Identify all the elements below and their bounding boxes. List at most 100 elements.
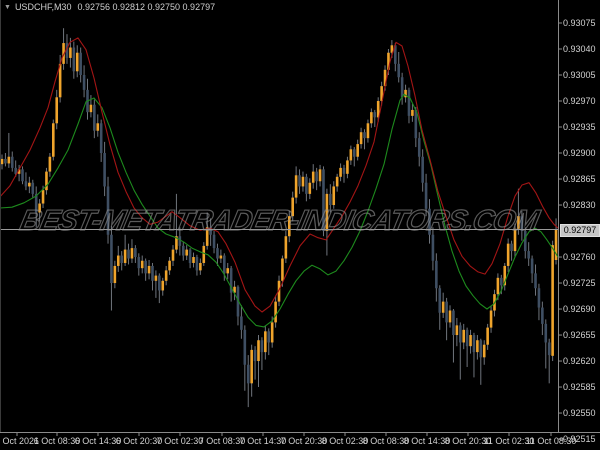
candle-bull bbox=[161, 280, 165, 291]
candle-bear bbox=[216, 248, 219, 259]
candle-bear bbox=[240, 316, 243, 330]
candle-bear bbox=[534, 273, 537, 289]
candle-bull bbox=[318, 169, 322, 182]
price-tick-label: 0.93040 bbox=[563, 44, 596, 54]
candle-bull bbox=[154, 275, 158, 281]
price-tick-label: 0.92760 bbox=[563, 252, 596, 263]
candle-bull bbox=[226, 268, 230, 274]
candle-bull bbox=[38, 203, 41, 213]
candle-bull bbox=[308, 182, 312, 194]
candle-bear bbox=[246, 364, 250, 384]
chart-title-symbol: USDCHF,M30 bbox=[14, 2, 72, 12]
dropdown-arrow-icon[interactable]: ▼ bbox=[4, 4, 11, 11]
time-tick-label: 7 Oct 14:30 bbox=[239, 436, 287, 446]
candle-bear bbox=[72, 47, 76, 72]
candle-bull bbox=[264, 331, 267, 353]
candle-bear bbox=[400, 77, 404, 98]
candle-bull bbox=[346, 160, 349, 174]
candlestick-chart[interactable] bbox=[0, 0, 600, 450]
candle-bull bbox=[113, 265, 117, 284]
candle-bear bbox=[417, 138, 421, 157]
candle-bull bbox=[96, 123, 100, 131]
candle-bear bbox=[373, 112, 377, 118]
price-tick-label: 0.92655 bbox=[563, 330, 596, 341]
candle-bear bbox=[79, 52, 82, 76]
candle-bear bbox=[438, 288, 442, 313]
candle-bull bbox=[455, 325, 459, 336]
candle-bear bbox=[342, 167, 346, 174]
candle-bear bbox=[188, 249, 192, 263]
candle-bull bbox=[517, 216, 520, 229]
candle-bear bbox=[520, 216, 524, 232]
candle-bear bbox=[452, 310, 455, 336]
mt4-chart-window: { "window": { "dropdown_icon": "▼", "sym… bbox=[0, 0, 600, 450]
candle-bull bbox=[462, 329, 465, 343]
candle-bull bbox=[441, 301, 445, 313]
candle-bear bbox=[223, 255, 226, 274]
candle-bull bbox=[116, 255, 120, 266]
candle-bear bbox=[260, 340, 264, 353]
candle-bear bbox=[424, 182, 428, 209]
candle-bull bbox=[469, 335, 472, 347]
time-tick-label: 8 Oct 14:30 bbox=[403, 436, 451, 446]
time-tick-label: 8 Oct 02:30 bbox=[321, 436, 369, 446]
candle-bull bbox=[476, 340, 479, 353]
price-tick-label: 0.93005 bbox=[563, 70, 596, 80]
candle-bear bbox=[134, 248, 137, 258]
candle-bull bbox=[411, 109, 414, 116]
time-tick-label: 6 Oct 14:30 bbox=[74, 436, 122, 446]
candle-bull bbox=[140, 260, 144, 269]
candle-bear bbox=[500, 277, 503, 286]
candle-bull bbox=[171, 249, 175, 261]
time-tick-label: 8 Oct 08:30 bbox=[362, 436, 410, 446]
candle-bear bbox=[158, 275, 161, 291]
candle-bear bbox=[212, 234, 216, 249]
candle-bull bbox=[7, 156, 11, 164]
candle-bear bbox=[106, 186, 110, 235]
candle-bull bbox=[370, 112, 373, 124]
candle-bear bbox=[322, 169, 325, 232]
candle-bear bbox=[445, 301, 448, 323]
candle-bear bbox=[4, 158, 7, 164]
candle-bull bbox=[448, 310, 452, 323]
candle-bull bbox=[69, 47, 72, 58]
candle-bear bbox=[103, 153, 106, 187]
candle-bull bbox=[339, 167, 342, 177]
candle-bear bbox=[329, 193, 332, 206]
candle-bear bbox=[523, 231, 527, 252]
candle-bear bbox=[151, 265, 154, 281]
candle-bull bbox=[41, 190, 45, 204]
candle-bull bbox=[311, 171, 315, 183]
candle-bear bbox=[315, 171, 318, 182]
candle-bull bbox=[0, 158, 4, 165]
candle-bull bbox=[349, 149, 353, 161]
candle-bull bbox=[482, 344, 486, 358]
candle-bear bbox=[24, 181, 28, 187]
price-tick-label: 0.92865 bbox=[563, 174, 596, 185]
candle-bear bbox=[21, 169, 24, 182]
time-tick-label: 7 Oct 20:30 bbox=[280, 436, 328, 446]
candle-bull bbox=[506, 243, 510, 266]
candle-bear bbox=[10, 156, 14, 168]
candle-bull bbox=[28, 182, 31, 187]
candle-bull bbox=[332, 186, 336, 206]
price-tick-label: 0.92900 bbox=[563, 148, 596, 158]
bid-price-label: 0.92797 bbox=[560, 223, 600, 237]
candle-bear bbox=[431, 234, 435, 261]
price-tick-label: 0.92620 bbox=[563, 356, 596, 367]
candle-bear bbox=[465, 329, 469, 347]
candle-bull bbox=[164, 270, 168, 281]
candle-bull bbox=[185, 249, 188, 256]
candle-bear bbox=[407, 89, 411, 116]
candle-bull bbox=[486, 327, 489, 345]
candle-bear bbox=[253, 349, 257, 362]
candle-bull bbox=[366, 123, 370, 139]
candle-bear bbox=[414, 109, 418, 139]
candle-bear bbox=[421, 156, 424, 183]
candle-bear bbox=[120, 255, 123, 263]
candle-bear bbox=[178, 236, 182, 246]
candle-bear bbox=[144, 260, 147, 274]
candle-bull bbox=[48, 156, 52, 172]
candle-bull bbox=[250, 349, 253, 384]
candle-bull bbox=[75, 52, 79, 72]
